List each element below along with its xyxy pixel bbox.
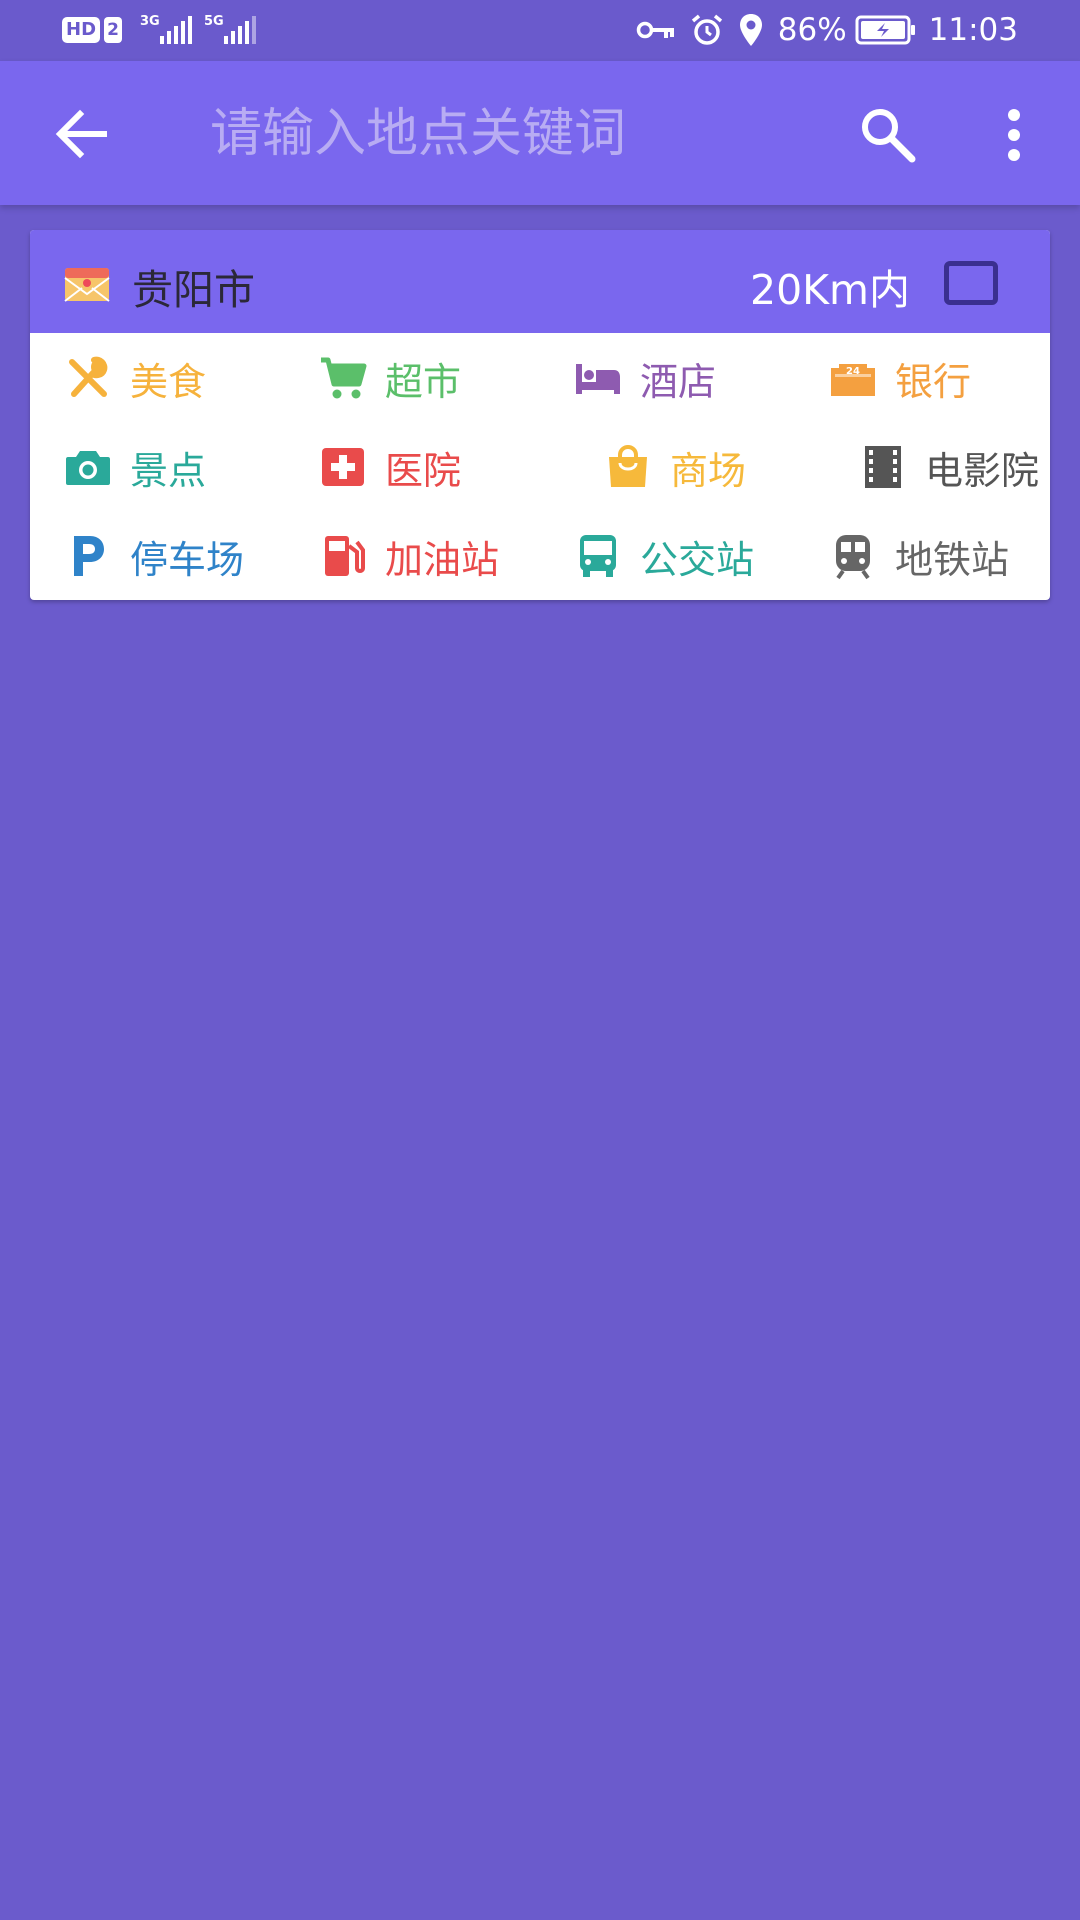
category-subway[interactable]: 地铁站 <box>829 525 1009 587</box>
category-gas-station[interactable]: 加油站 <box>319 525 499 587</box>
back-button[interactable] <box>52 107 112 161</box>
network-type-label: 5G <box>204 14 224 29</box>
category-cinema[interactable]: 电影院 <box>859 436 1039 498</box>
category-card: 贵阳市 20Km内 美食 超市 酒店 24 银行 景点 医院 商场 电影院 停车… <box>30 230 1050 600</box>
camera-icon <box>64 443 112 491</box>
city-selector-icon[interactable] <box>64 264 110 302</box>
cart-icon <box>319 354 367 402</box>
key-icon <box>636 18 676 42</box>
category-label: 医院 <box>385 448 462 493</box>
alarm-icon <box>690 13 724 47</box>
category-parking[interactable]: 停车场 <box>64 525 244 587</box>
map-envelope-icon <box>64 268 110 302</box>
search-icon <box>862 109 916 163</box>
more-vert-icon <box>1008 109 1020 161</box>
category-label: 银行 <box>895 359 972 404</box>
status-left: HD 2 3G 5G <box>62 14 268 46</box>
range-label: 20Km内 <box>750 266 910 314</box>
category-scenic-spot[interactable]: 景点 <box>64 436 206 498</box>
category-label: 地铁站 <box>895 537 1010 582</box>
category-bank[interactable]: 24 银行 <box>829 347 971 409</box>
status-right: 86% 11:03 <box>636 8 1018 52</box>
signal-3g-icon: 3G <box>140 14 193 46</box>
category-label: 商场 <box>670 448 747 493</box>
search-button[interactable] <box>858 105 918 165</box>
network-type-label: 3G <box>140 14 160 29</box>
status-bar: HD 2 3G 5G 86% 11:03 <box>0 0 1080 61</box>
hospital-cross-icon <box>319 443 367 491</box>
bus-icon <box>574 532 622 580</box>
sim-badge: 2 <box>104 17 123 43</box>
signal-5g-icon: 5G <box>204 14 257 46</box>
category-hospital[interactable]: 医院 <box>319 436 461 498</box>
more-options-button[interactable] <box>996 105 1032 165</box>
hd-badge: HD <box>62 17 101 43</box>
back-arrow-icon <box>55 109 107 159</box>
city-name[interactable]: 贵阳市 <box>132 256 255 316</box>
app-bar <box>0 61 1080 205</box>
category-supermarket[interactable]: 超市 <box>319 347 461 409</box>
fork-spoon-icon <box>64 354 112 402</box>
bed-icon <box>574 354 622 402</box>
shopping-bag-icon <box>604 443 652 491</box>
category-label: 超市 <box>385 359 462 404</box>
battery-charging-icon <box>855 15 917 45</box>
category-grid: 美食 超市 酒店 24 银行 景点 医院 商场 电影院 停车场 加油站 公交站 … <box>30 333 1050 600</box>
category-label: 景点 <box>130 448 207 493</box>
category-label: 停车场 <box>130 537 245 582</box>
bank-24h-icon: 24 <box>829 354 877 402</box>
category-label: 公交站 <box>640 537 755 582</box>
subway-icon <box>829 532 877 580</box>
range-checkbox[interactable] <box>944 261 998 305</box>
category-label: 加油站 <box>385 537 500 582</box>
category-label: 酒店 <box>640 359 717 404</box>
category-label: 电影院 <box>925 448 1040 493</box>
category-food[interactable]: 美食 <box>64 347 206 409</box>
category-hotel[interactable]: 酒店 <box>574 347 716 409</box>
location-icon <box>738 13 764 47</box>
category-bus-stop[interactable]: 公交站 <box>574 525 754 587</box>
category-label: 美食 <box>130 359 207 404</box>
gas-station-icon <box>319 532 367 580</box>
parking-icon <box>64 532 112 580</box>
clock: 11:03 <box>928 12 1018 48</box>
search-input[interactable] <box>210 99 770 169</box>
category-mall[interactable]: 商场 <box>604 436 746 498</box>
battery-percent: 86% <box>777 12 847 48</box>
film-icon <box>859 443 907 491</box>
svg-text:24: 24 <box>846 366 860 377</box>
card-header: 贵阳市 20Km内 <box>30 230 1050 333</box>
